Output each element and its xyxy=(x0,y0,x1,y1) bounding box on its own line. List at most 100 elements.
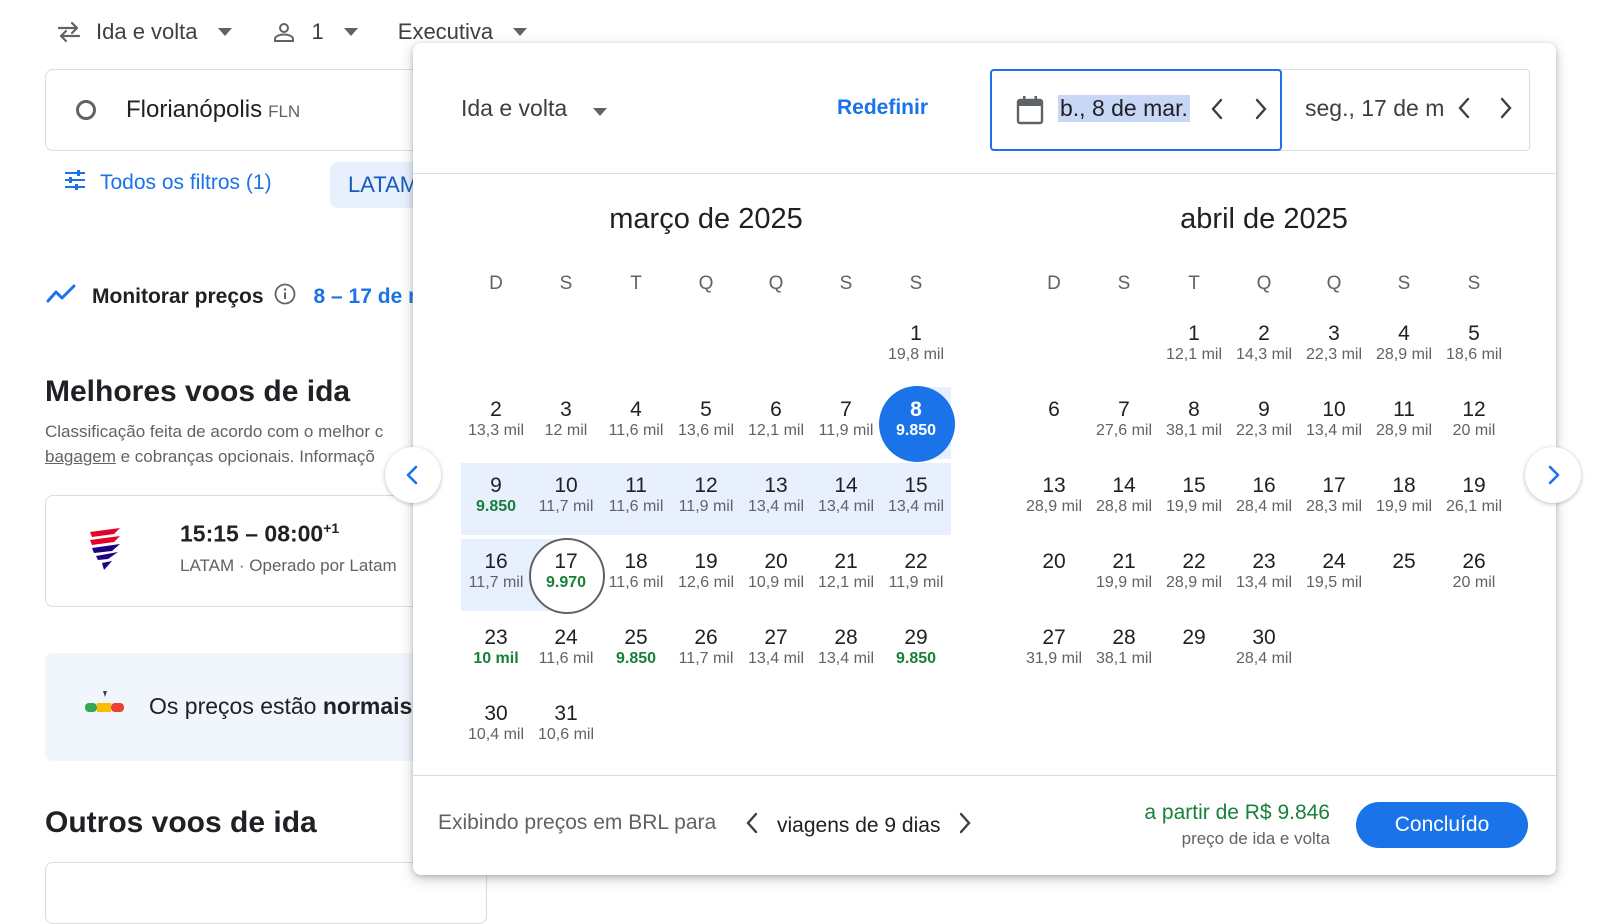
trip-length-prev-chevron-left-icon[interactable] xyxy=(745,811,759,841)
calendar-day[interactable]: 31 10,6 mil xyxy=(531,693,601,763)
calendar-day[interactable]: 6 12,1 mil xyxy=(741,389,811,459)
calendar-day[interactable]: 21 19,9 mil xyxy=(1089,541,1159,611)
day-price: 22,3 mil xyxy=(1235,422,1293,439)
calendar-day[interactable]: 11 28,9 mil xyxy=(1369,389,1439,459)
next-month-button[interactable] xyxy=(1525,447,1581,503)
calendar-day[interactable]: 27 13,4 mil xyxy=(741,617,811,687)
calendar-day[interactable]: 1 19,8 mil xyxy=(881,313,951,383)
calendar-day[interactable]: 7 11,9 mil xyxy=(811,389,881,459)
previous-month-button[interactable] xyxy=(385,447,441,503)
calendar-day[interactable]: 15 13,4 mil xyxy=(881,465,951,535)
calendar-day[interactable]: 19 26,1 mil xyxy=(1439,465,1509,535)
calendar-day[interactable]: 14 13,4 mil xyxy=(811,465,881,535)
day-number: 26 xyxy=(1462,550,1486,573)
calendar-day[interactable]: 20 xyxy=(1019,541,1089,611)
calendar-day[interactable]: 16 28,4 mil xyxy=(1229,465,1299,535)
calendar-day[interactable]: 3 22,3 mil xyxy=(1299,313,1369,383)
day-price: 14,3 mil xyxy=(1235,346,1293,363)
calendar-day[interactable]: 2 14,3 mil xyxy=(1229,313,1299,383)
caret-down-icon xyxy=(593,95,608,122)
calendar-day[interactable]: 13 28,9 mil xyxy=(1019,465,1089,535)
calendar-day[interactable]: 26 20 mil xyxy=(1439,541,1509,611)
day-price: 28,9 mil xyxy=(1165,574,1223,591)
day-number: 17 xyxy=(1322,474,1346,497)
return-next-day-chevron-right-icon[interactable] xyxy=(1499,96,1513,125)
calendar-day[interactable]: 11 11,6 mil xyxy=(601,465,671,535)
picker-trip-type-select[interactable]: Ida e volta xyxy=(461,95,608,122)
calendar-day[interactable]: 13 13,4 mil xyxy=(741,465,811,535)
calendar-day[interactable]: 10 13,4 mil xyxy=(1299,389,1369,459)
day-number: 10 xyxy=(554,474,578,497)
calendar-day[interactable]: 4 28,9 mil xyxy=(1369,313,1439,383)
calendar-day[interactable]: 12 11,9 mil xyxy=(671,465,741,535)
return-prev-day-chevron-left-icon[interactable] xyxy=(1457,96,1471,125)
day-price: 11,6 mil xyxy=(538,650,594,667)
calendar-day[interactable]: 14 28,8 mil xyxy=(1089,465,1159,535)
calendar-day[interactable]: 30 10,4 mil xyxy=(461,693,531,763)
calendar-day[interactable]: 24 19,5 mil xyxy=(1299,541,1369,611)
calendar-day[interactable]: 29 9.850 xyxy=(881,617,951,687)
calendar-day[interactable]: 7 27,6 mil xyxy=(1089,389,1159,459)
calendar-day-selected-return[interactable]: 17 9.970 xyxy=(529,538,605,614)
calendar-day[interactable]: 10 11,7 mil xyxy=(531,465,601,535)
calendar-day[interactable]: 27 31,9 mil xyxy=(1019,617,1089,687)
calendar-day[interactable]: 1 12,1 mil xyxy=(1159,313,1229,383)
calendar-day[interactable]: 5 18,6 mil xyxy=(1439,313,1509,383)
calendar-day[interactable]: 25 xyxy=(1369,541,1439,611)
departure-date-field[interactable]: b., 8 de mar. xyxy=(990,69,1282,151)
monitor-date-range[interactable]: 8 – 17 de m xyxy=(314,285,427,309)
calendar-day[interactable]: 5 13,6 mil xyxy=(671,389,741,459)
calendar-day[interactable]: 18 19,9 mil xyxy=(1369,465,1439,535)
day-number: 12 xyxy=(694,474,718,497)
trip-length-next-chevron-right-icon[interactable] xyxy=(958,811,972,841)
calendar-day[interactable]: 28 38,1 mil xyxy=(1089,617,1159,687)
departure-prev-day-chevron-left-icon[interactable] xyxy=(1210,97,1224,126)
calendar-day[interactable]: 3 12 mil xyxy=(531,389,601,459)
day-price: 11,7 mil xyxy=(468,574,524,591)
calendar-day[interactable]: 12 20 mil xyxy=(1439,389,1509,459)
day-number: 13 xyxy=(1042,474,1066,497)
weekday-header: DSTQQSS xyxy=(461,273,951,303)
day-number: 26 xyxy=(694,626,718,649)
trip-type-select[interactable]: Ida e volta xyxy=(56,19,232,45)
day-price: 18,6 mil xyxy=(1445,346,1503,363)
passengers-select[interactable]: 1 xyxy=(272,19,358,45)
day-number: 3 xyxy=(1328,322,1340,345)
all-filters-button[interactable]: Todos os filtros (1) xyxy=(64,170,272,196)
day-number: 22 xyxy=(904,550,928,573)
baggage-link[interactable]: bagagem xyxy=(45,447,116,466)
reset-button[interactable]: Redefinir xyxy=(837,96,928,120)
info-icon[interactable] xyxy=(274,283,296,311)
calendar-day[interactable]: 23 10 mil xyxy=(461,617,531,687)
calendar-day[interactable]: 24 11,6 mil xyxy=(531,617,601,687)
calendar-day[interactable]: 21 12,1 mil xyxy=(811,541,881,611)
calendar-day[interactable]: 15 19,9 mil xyxy=(1159,465,1229,535)
day-number: 14 xyxy=(834,474,858,497)
day-number: 3 xyxy=(560,398,572,421)
day-number: 18 xyxy=(624,550,648,573)
calendar-day[interactable]: 29 xyxy=(1159,617,1229,687)
calendar-day[interactable]: 30 28,4 mil xyxy=(1229,617,1299,687)
calendar-day[interactable]: 23 13,4 mil xyxy=(1229,541,1299,611)
calendar-day[interactable]: 8 38,1 mil xyxy=(1159,389,1229,459)
calendar-day[interactable]: 9 9.850 xyxy=(461,465,531,535)
calendar-day[interactable]: 18 11,6 mil xyxy=(601,541,671,611)
calendar-day[interactable]: 28 13,4 mil xyxy=(811,617,881,687)
calendar-day[interactable]: 2 13,3 mil xyxy=(461,389,531,459)
calendar-day[interactable]: 20 10,9 mil xyxy=(741,541,811,611)
calendar-day[interactable]: 19 12,6 mil xyxy=(671,541,741,611)
calendar-day[interactable]: 16 11,7 mil xyxy=(461,541,531,611)
calendar-day[interactable]: 22 11,9 mil xyxy=(881,541,951,611)
calendar-day[interactable]: 17 28,3 mil xyxy=(1299,465,1369,535)
calendar-day-selected-departure[interactable]: 8 9.850 xyxy=(879,386,955,462)
calendar-day[interactable]: 9 22,3 mil xyxy=(1229,389,1299,459)
calendar-day[interactable]: 25 9.850 xyxy=(601,617,671,687)
day-number: 6 xyxy=(770,398,782,421)
calendar-day[interactable]: 26 11,7 mil xyxy=(671,617,741,687)
calendar-day[interactable]: 4 11,6 mil xyxy=(601,389,671,459)
cabin-class-select[interactable]: Executiva xyxy=(398,19,528,45)
done-button[interactable]: Concluído xyxy=(1356,802,1528,848)
calendar-day[interactable]: 6 xyxy=(1019,389,1089,459)
calendar-day[interactable]: 22 28,9 mil xyxy=(1159,541,1229,611)
departure-next-day-chevron-right-icon[interactable] xyxy=(1254,97,1268,126)
